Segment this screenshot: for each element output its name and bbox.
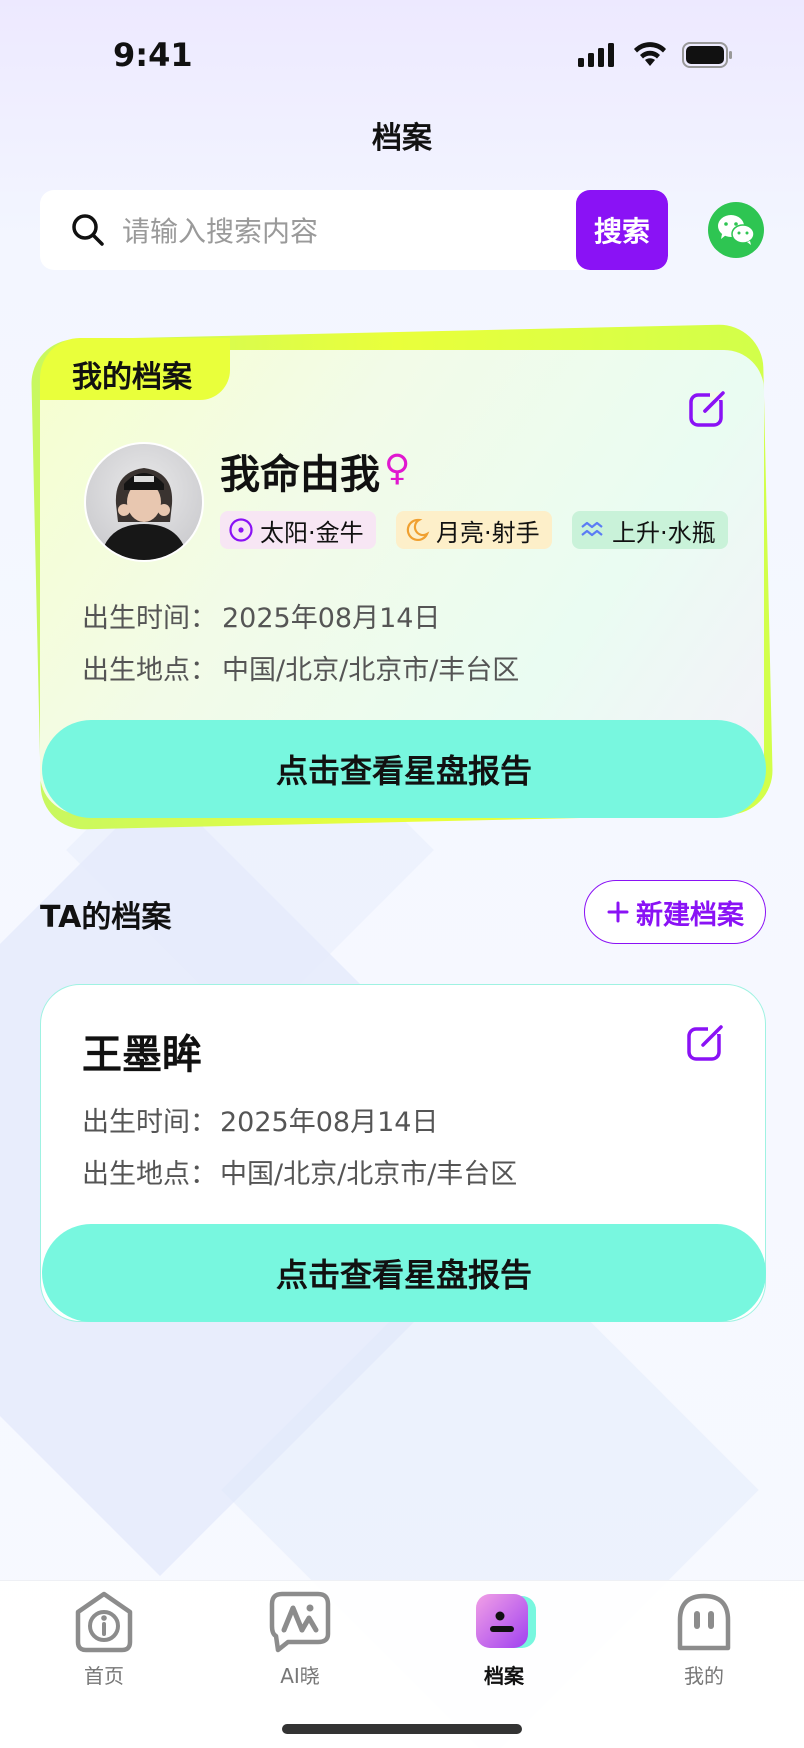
ta-profile-name: 王墨眸 (82, 1032, 202, 1078)
status-icons (578, 42, 734, 68)
birth-time-label: 出生时间： (82, 1107, 217, 1138)
ghost-icon (677, 1593, 731, 1651)
view-chart-report-button[interactable]: 点击查看星盘报告 (42, 720, 766, 818)
edit-icon[interactable] (686, 1024, 724, 1062)
tag-ascendant: 上升·水瓶 (572, 511, 728, 549)
profile-icon (476, 1594, 536, 1648)
tag-sun: 太阳·金牛 (220, 511, 376, 549)
search-button[interactable]: 搜索 (576, 190, 668, 270)
archive-page: 9:41 档案 搜索 (0, 0, 804, 1748)
search-icon (72, 214, 104, 246)
info-icon (75, 1591, 133, 1653)
tab-home[interactable]: 首页 (44, 1590, 164, 1689)
ta-section-title: TA的档案 (40, 900, 172, 935)
search-bar: 搜索 (40, 190, 668, 270)
ai-icon (269, 1591, 331, 1653)
avatar[interactable] (84, 442, 204, 562)
tag-moon: 月亮·射手 (396, 511, 552, 549)
birth-place-value: 中国/北京/北京市/丰台区 (222, 655, 520, 686)
home-indicator (282, 1724, 522, 1734)
female-icon: ♀ (384, 448, 411, 489)
tab-label: 档案 (484, 1664, 524, 1688)
search-input[interactable] (120, 190, 594, 270)
battery-icon (682, 42, 732, 68)
plus-icon (607, 901, 629, 923)
birth-time-value: 2025年08月14日 (220, 1107, 439, 1138)
tab-ai[interactable]: AI晓 (240, 1590, 360, 1689)
tab-label: 我的 (684, 1664, 724, 1688)
status-bar: 9:41 (0, 0, 804, 110)
tag-label: 上升·水瓶 (612, 518, 716, 547)
tab-mine[interactable]: 我的 (644, 1590, 764, 1689)
sun-icon (229, 518, 253, 542)
new-profile-button[interactable]: 新建档案 (584, 880, 766, 944)
page-title: 档案 (372, 121, 432, 156)
wechat-icon (718, 215, 755, 245)
birth-time-label: 出生时间： (82, 603, 217, 634)
tab-profile[interactable]: 档案 (444, 1590, 564, 1689)
birth-place-label: 出生地点： (82, 655, 217, 686)
birth-place-label: 出生地点： (82, 1159, 217, 1190)
wifi-icon (634, 42, 666, 66)
my-profile-tab-label: 我的档案 (72, 360, 192, 395)
status-time: 9:41 (113, 36, 193, 74)
signal-icon (578, 43, 614, 67)
view-chart-report-button[interactable]: 点击查看星盘报告 (42, 1224, 766, 1322)
tag-label: 太阳·金牛 (260, 518, 364, 547)
birth-time-value: 2025年08月14日 (222, 603, 441, 634)
profile-name: 我命由我 (220, 452, 380, 498)
new-profile-label: 新建档案 (636, 899, 744, 931)
tag-label: 月亮·射手 (436, 518, 540, 547)
wechat-button[interactable] (708, 202, 764, 258)
tab-label: AI晓 (280, 1664, 320, 1688)
avatar-photo (100, 468, 188, 560)
moon-icon (406, 518, 430, 541)
tab-label: 首页 (84, 1664, 124, 1688)
edit-icon[interactable] (688, 390, 726, 428)
aquarius-icon (581, 521, 603, 537)
birth-place-value: 中国/北京/北京市/丰台区 (220, 1159, 518, 1190)
